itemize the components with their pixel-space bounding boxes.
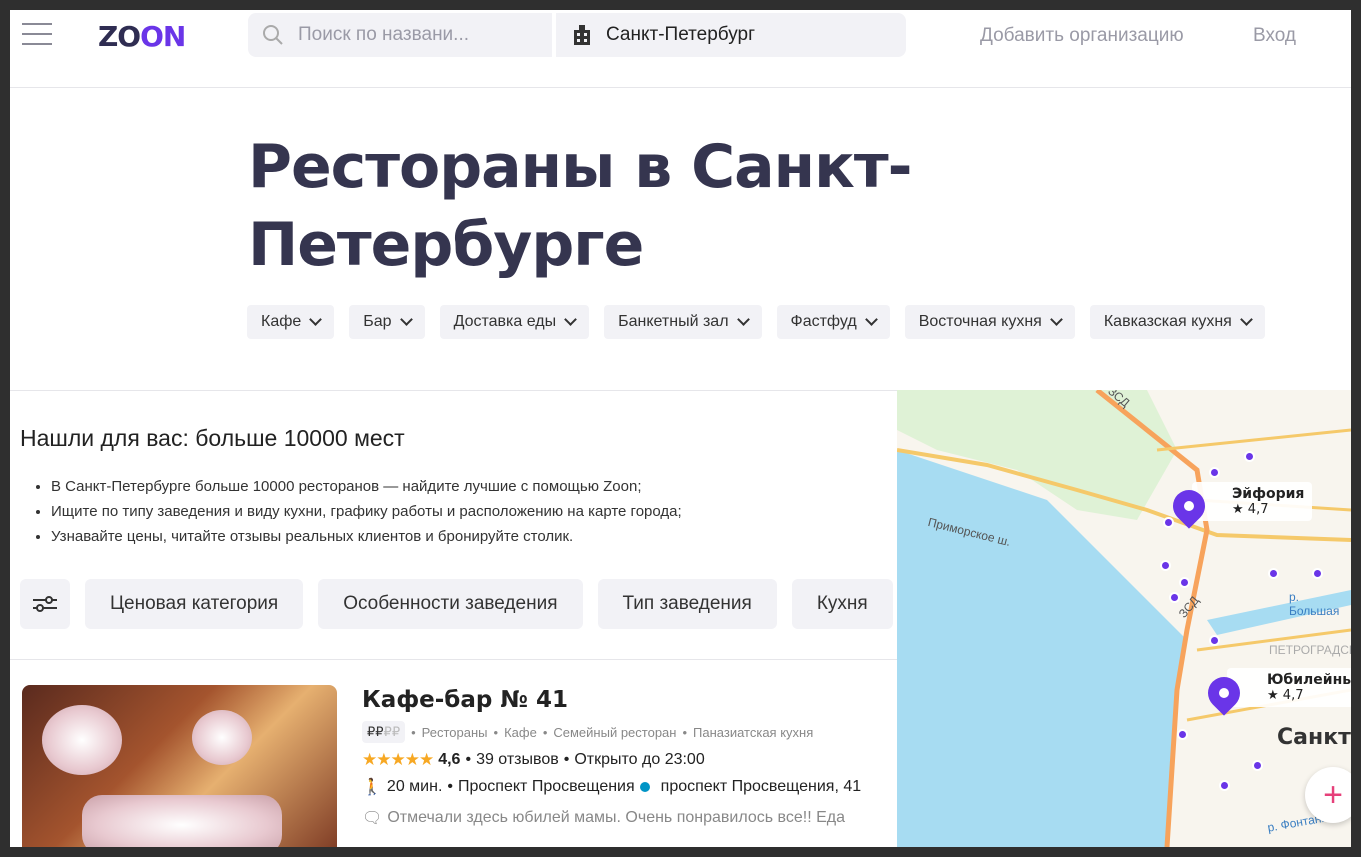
city-selector[interactable]: Санкт-Петербург [556,13,906,57]
listing-card: Кафе-бар № 41 ₽₽₽₽ • Рестораны • Кафе • Сем… [362,687,897,828]
map-marker[interactable] [1252,760,1263,771]
filter-price[interactable]: Ценовая категория [85,579,304,629]
place-rating: 4,7 [1247,502,1269,517]
map-marker[interactable] [1179,577,1190,588]
listing-meta: ₽₽₽₽ • Рестораны • Кафе • Семейный ресторан… [362,721,897,743]
map-marker[interactable] [1244,451,1255,462]
search-icon [263,25,283,45]
chevron-down-icon [564,313,577,326]
page: ZOON Поиск по названи... Санкт-Петербург… [10,10,1351,847]
menu-icon[interactable] [22,23,52,45]
address: проспект Просвещения, 41 [660,778,862,795]
price-active: ₽₽ [367,724,384,739]
comment-icon: 🗨 [362,810,383,827]
filter-settings-button[interactable] [20,579,70,629]
map-marker[interactable] [1209,467,1220,478]
chip-fastfood[interactable]: Фастфуд [776,305,890,339]
info-list: В Санкт-Петербурге больше 10000 ресторан… [33,474,682,549]
header: ZOON Поиск по названи... Санкт-Петербург… [10,10,1351,88]
chip-delivery[interactable]: Доставка еды [439,305,590,339]
walking-icon: 🚶 [362,779,382,796]
chevron-down-icon [1049,313,1063,326]
chip-bar[interactable]: Бар [349,305,425,339]
map-marker[interactable] [1219,780,1230,791]
map-label: ПЕТРОГРАДСКИЙ [1269,643,1351,657]
chip-label: Кавказская кухня [1103,313,1232,330]
listing-title[interactable]: Кафе-бар № 41 [362,687,897,713]
map-marker[interactable] [1177,729,1188,740]
tag[interactable]: Кафе [504,725,537,740]
map-label: Санкт [1277,725,1351,750]
place-rating: 4,7 [1282,688,1304,703]
metro-dot-icon [639,782,650,792]
city-name: Санкт-Петербург [606,24,756,45]
review-snippet: 🗨 Отмечали здесь юбилей мамы. Очень понр… [362,808,897,828]
chip-cafe[interactable]: Кафе [247,305,335,339]
chip-caucasian[interactable]: Кавказская кухня [1089,305,1265,339]
review-text: Отмечали здесь юбилей мамы. Очень понрав… [387,809,845,826]
walk-time: 20 мин. [386,778,443,795]
category-chips: Кафе Бар Доставка еды Банкетный зал Фаст… [247,305,1265,339]
chip-banquet[interactable]: Банкетный зал [604,305,762,339]
divider [10,390,897,391]
map-label: р. Большая [1289,590,1340,618]
map-marker[interactable] [1169,592,1180,603]
chip-label: Банкетный зал [618,313,729,330]
chip-label: Восточная кухня [918,313,1042,330]
chevron-down-icon [1239,313,1253,326]
chip-eastern[interactable]: Восточная кухня [904,305,1075,339]
chip-label: Доставка еды [453,313,557,330]
place-label-jubilee[interactable]: Юбилейный★ 4,7 [1227,668,1351,707]
filter-cuisine[interactable]: Кухня [791,579,893,629]
filter-type[interactable]: Тип заведения [597,579,777,629]
login-link[interactable]: Вход [1253,25,1296,47]
location-line: 🚶 20 мин. • Проспект Просвещения проспект… [362,778,862,796]
price-inactive: ₽₽ [383,724,401,739]
add-organization-link[interactable]: Добавить организацию [980,25,1184,47]
map-marker[interactable] [1163,517,1174,528]
listing-photo[interactable] [22,685,337,847]
search-placeholder: Поиск по названи... [298,24,470,45]
results-count: Нашли для вас: больше 10000 мест [20,425,405,451]
chip-label: Бар [363,313,392,330]
info-item: Ищите по типу заведения и виду кухни, гр… [51,499,682,524]
sliders-icon [33,596,57,612]
page-title: Рестораны в Санкт-Петербурге [248,132,913,280]
info-item: Узнавайте цены, читайте отзывы реальных … [51,524,682,549]
tag[interactable]: Рестораны [422,725,488,740]
chip-label: Кафе [261,313,302,330]
place-name: Эйфория [1232,486,1305,502]
hours: Открыто до 23:00 [574,751,705,768]
chevron-down-icon [399,313,413,326]
filter-features[interactable]: Особенности заведения [318,579,583,629]
map-marker[interactable] [1312,568,1323,579]
chevron-down-icon [864,313,878,326]
rating-line: ★★★★★ 4,6 • 39 отзывов • Открыто до 23:00 [362,750,705,769]
place-label-euphoria[interactable]: Эйфория ★ 4,7 [1192,482,1313,521]
reviews-link[interactable]: 39 отзывов [476,751,559,769]
filter-row: Ценовая категория Особенности заведения … [20,579,897,629]
map-marker[interactable] [1268,568,1279,579]
logo[interactable]: ZOON [98,20,186,53]
tag[interactable]: Паназиатская кухня [693,725,813,740]
chip-label: Фастфуд [790,313,857,330]
map-marker[interactable] [1209,635,1220,646]
tag[interactable]: Семейный ресторан [553,725,676,740]
divider [10,659,897,660]
place-name: Юбилейный [1267,672,1351,688]
map[interactable]: Приморское ш. ЗСД ЗСД р. Большая ПЕТРОГР… [897,390,1351,847]
star-rating-icon: ★★★★★ [362,750,434,769]
metro-station: Проспект Просвещения [458,778,635,795]
chevron-down-icon [309,313,323,326]
chevron-down-icon [736,313,750,326]
building-icon [574,25,590,45]
search-input[interactable]: Поиск по названи... [248,13,552,57]
price-level: ₽₽₽₽ [362,721,406,743]
info-item: В Санкт-Петербурге больше 10000 ресторан… [51,474,682,499]
map-marker[interactable] [1160,560,1171,571]
rating-value: 4,6 [438,751,461,768]
map-terrain [897,390,1351,847]
